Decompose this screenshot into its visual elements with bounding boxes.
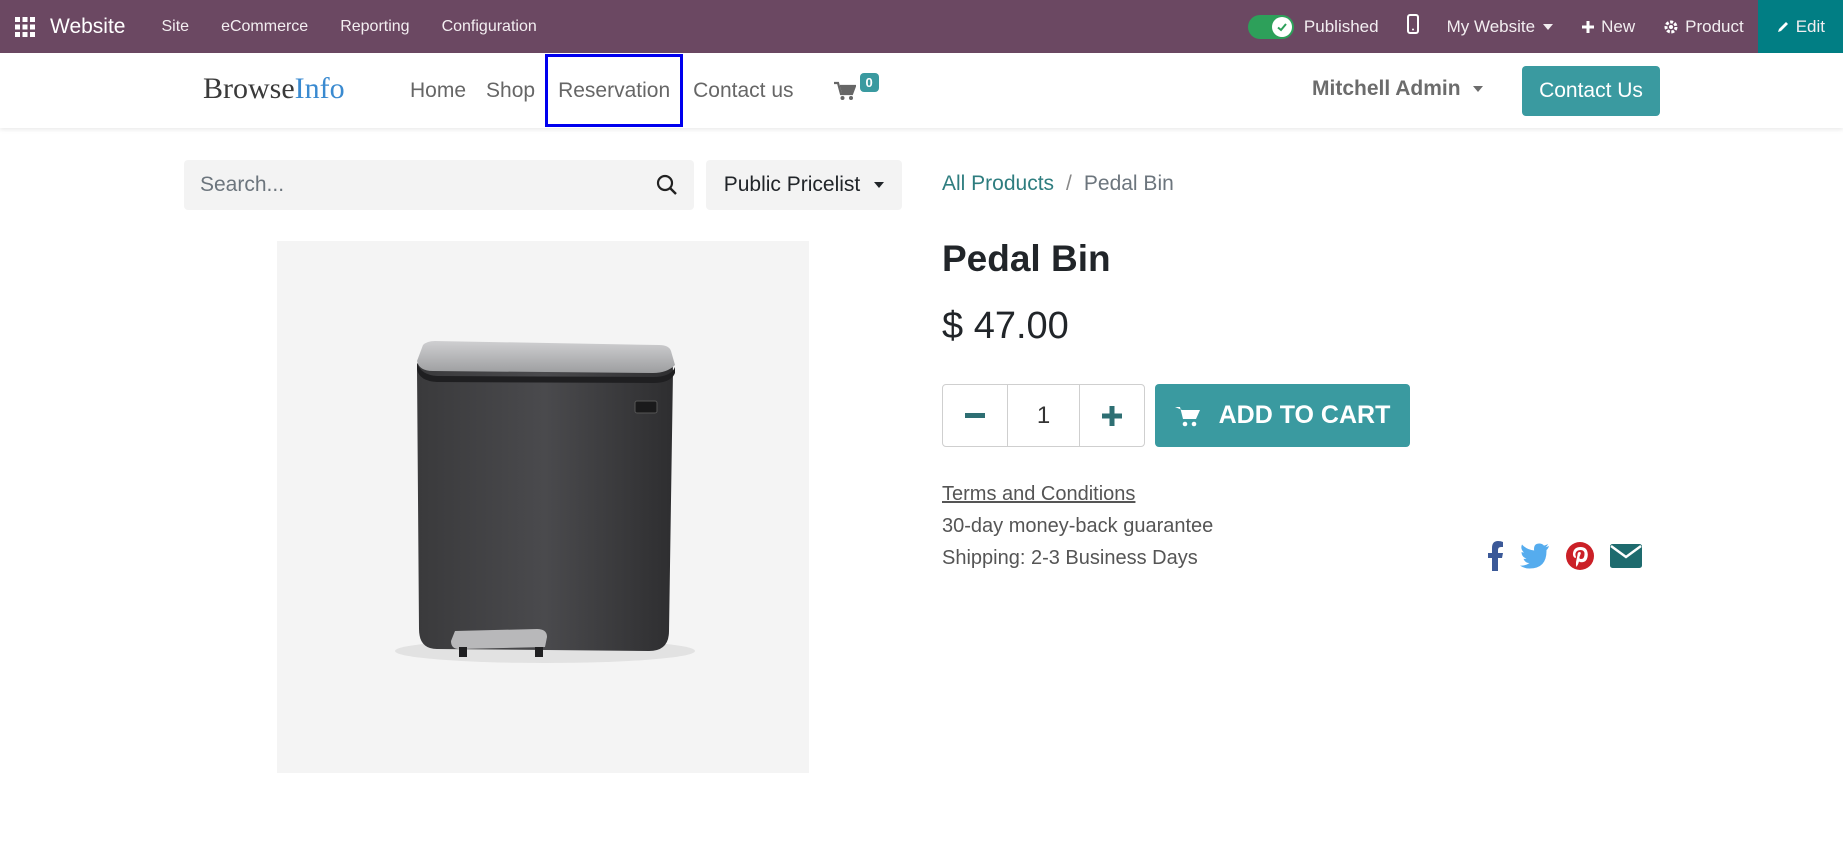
pedal-bin-image [395, 341, 695, 663]
cart-button[interactable]: 0 [833, 53, 879, 128]
increase-quantity-button[interactable] [1080, 385, 1144, 446]
guarantee-text: 30-day money-back guarantee [942, 515, 1214, 537]
plus-icon [1581, 20, 1595, 34]
gear-icon [1663, 19, 1679, 35]
plus-icon [1102, 405, 1122, 426]
menu-ecommerce[interactable]: eCommerce [205, 18, 324, 36]
search-icon[interactable] [656, 174, 678, 196]
mobile-icon [1406, 14, 1419, 39]
user-menu[interactable]: Mitchell Admin [1312, 77, 1483, 101]
nav-shop[interactable]: Shop [476, 54, 545, 127]
add-to-cart-label: ADD TO CART [1218, 401, 1391, 429]
cart-count-badge: 0 [859, 73, 879, 92]
add-to-cart-button[interactable]: ADD TO CART [1155, 384, 1410, 447]
menu-reporting[interactable]: Reporting [324, 18, 425, 36]
toggle-switch[interactable] [1247, 14, 1294, 39]
search-input[interactable]: Search... [200, 173, 656, 197]
shopping-cart-icon [1174, 405, 1201, 427]
pricelist-dropdown[interactable]: Public Pricelist [706, 160, 902, 210]
product-settings-button[interactable]: Product [1649, 0, 1758, 53]
breadcrumb-separator: / [1066, 172, 1072, 195]
pencil-icon [1776, 20, 1790, 34]
nav-contact-us[interactable]: Contact us [683, 54, 803, 127]
nav-home[interactable]: Home [400, 54, 476, 127]
site-header: BrowseInfo Home Shop Reservation Contact… [0, 53, 1843, 128]
main-nav: Home Shop Reservation Contact us 0 [400, 53, 879, 128]
social-share [1488, 541, 1658, 571]
facebook-icon[interactable] [1488, 541, 1504, 571]
logo-text-browse: Browse [203, 72, 295, 105]
chevron-down-icon [1472, 86, 1483, 92]
minus-icon [965, 412, 985, 419]
edit-label: Edit [1795, 16, 1825, 36]
chevron-down-icon [874, 182, 885, 188]
product-name: Pedal Bin [942, 238, 1111, 279]
product-search[interactable]: Search... [184, 160, 694, 210]
menu-configuration[interactable]: Configuration [426, 18, 553, 36]
quantity-stepper: 1 [942, 384, 1145, 447]
user-name: Mitchell Admin [1312, 77, 1461, 100]
new-button[interactable]: New [1567, 0, 1649, 53]
website-switcher-label: My Website [1446, 16, 1536, 36]
twitter-icon[interactable] [1520, 543, 1550, 569]
quantity-input[interactable]: 1 [1007, 385, 1080, 446]
logo-text-info: Info [294, 72, 345, 105]
shipping-text: Shipping: 2-3 Business Days [942, 547, 1198, 569]
breadcrumb-all-products[interactable]: All Products [942, 172, 1054, 196]
admin-navbar: Website Site eCommerce Reporting Configu… [0, 0, 1843, 53]
decrease-quantity-button[interactable] [943, 385, 1007, 446]
publish-toggle[interactable]: Published [1234, 0, 1393, 53]
mobile-preview-button[interactable] [1393, 0, 1433, 53]
menu-site[interactable]: Site [145, 18, 205, 36]
pricelist-label: Public Pricelist [723, 173, 861, 196]
email-icon[interactable] [1610, 544, 1642, 568]
edit-button[interactable]: Edit [1757, 0, 1843, 53]
admin-brand[interactable]: Website [50, 15, 125, 39]
chevron-down-icon [1543, 23, 1554, 30]
site-logo[interactable]: BrowseInfo [203, 72, 345, 106]
breadcrumb-current: Pedal Bin [1083, 172, 1174, 195]
website-switcher[interactable]: My Website [1433, 0, 1568, 53]
check-icon [1271, 16, 1292, 37]
nav-reservation[interactable]: Reservation [545, 54, 684, 127]
apps-grid-icon[interactable] [0, 0, 50, 53]
shopping-cart-icon [833, 81, 856, 101]
new-label: New [1601, 16, 1636, 36]
product-price: $ 47.00 [942, 305, 1069, 347]
product-image[interactable] [277, 241, 809, 773]
contact-us-button[interactable]: Contact Us [1522, 66, 1660, 116]
breadcrumb: All Products / Pedal Bin [942, 172, 1174, 196]
pinterest-icon[interactable] [1566, 542, 1594, 570]
product-label: Product [1685, 16, 1744, 36]
terms-and-conditions-link[interactable]: Terms and Conditions [942, 483, 1135, 506]
published-label: Published [1303, 16, 1379, 36]
